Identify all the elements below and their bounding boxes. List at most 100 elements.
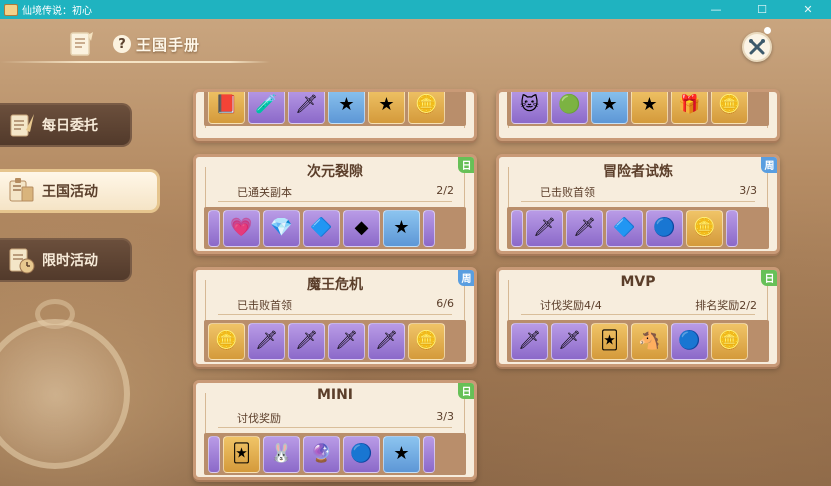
progress-value: 2/2 — [436, 184, 454, 197]
daily-badge: 日 — [761, 270, 777, 286]
reward-item-base-icon[interactable]: ★ — [591, 92, 628, 124]
close-handbook-button[interactable] — [742, 32, 772, 62]
reward-item-partial — [511, 209, 523, 247]
reward-item-orb-icon[interactable]: 🔵 — [646, 209, 683, 247]
card-title: 冒险者试炼 — [603, 164, 673, 180]
daily-badge: 日 — [458, 383, 474, 399]
event-card-dimension-rift[interactable]: 次元裂隙 日 已通关副本 2/2 💗 💎 🔷 ◆ ★ — [193, 154, 477, 254]
reward-strip: 🐱 🟢 ★ ★ 🎁 🪙 — [507, 92, 769, 126]
card-title: 魔王危机 — [307, 277, 363, 293]
minimize-button[interactable]: — — [693, 0, 739, 19]
window-titlebar: 仙境传说：初心 — ☐ ✕ — [0, 0, 831, 19]
reward-item-chest-icon[interactable]: 🎁 — [671, 92, 708, 124]
window-controls: — ☐ ✕ — [693, 0, 831, 19]
reward-item-sword-icon[interactable]: 🗡 — [551, 322, 588, 360]
reward-item-potion-icon[interactable]: 🧪 — [248, 92, 285, 124]
reward-item-rabbit-icon[interactable]: 🐰 — [263, 435, 300, 473]
reward-item-blue-gem-icon[interactable]: 💎 — [263, 209, 300, 247]
reward-item-star-icon[interactable]: ★ — [368, 92, 405, 124]
reward-item-partial — [423, 435, 435, 473]
reward-item-horse-icon[interactable]: 🐴 — [631, 322, 668, 360]
reward-item-base-icon[interactable]: ★ — [383, 209, 420, 247]
progress-label: 已击败首领 — [540, 186, 595, 199]
reward-item-partial — [726, 209, 738, 247]
hunt-reward-label: 讨伐奖励4/4 — [540, 299, 602, 312]
reward-item-sword-icon[interactable]: 🗡 — [248, 322, 285, 360]
weekly-badge: 周 — [761, 157, 777, 173]
game-screen: ? 王国手册 每日委托 王国活动 限时活动 📕 🧪 🗡 ★ ★ 🪙 🐱 🟢 ★ … — [0, 19, 831, 486]
reward-strip: 🗡 🗡 🃏 🐴 🔵 🪙 — [507, 320, 769, 362]
reward-strip: 🗡 🗡 🔷 🔵 🪙 — [507, 207, 769, 249]
progress-value: 3/3 — [436, 410, 454, 423]
header-divider — [0, 61, 270, 63]
reward-item-partial — [208, 209, 220, 247]
progress-value: 3/3 — [739, 184, 757, 197]
scroll-quill-icon — [10, 114, 34, 137]
reward-item-card-icon[interactable]: 🃏 — [223, 435, 260, 473]
reward-item-partial — [423, 209, 435, 247]
reward-item-coin-icon[interactable]: 🪙 — [686, 209, 723, 247]
handbook-icon — [70, 32, 93, 56]
reward-strip: 💗 💎 🔷 ◆ ★ — [204, 207, 466, 249]
rank-reward-label: 排名奖励2/2 — [695, 299, 757, 312]
app-icon — [4, 3, 18, 16]
tab-label-kingdom: 王国活动 — [42, 184, 98, 200]
tab-limited-events[interactable]: 限时活动 — [0, 238, 132, 282]
progress-label: 已通关副本 — [237, 186, 292, 199]
event-card-mini[interactable]: MINI 日 讨伐奖励 3/3 🃏 🐰 🔮 🔵 ★ — [193, 380, 477, 480]
reward-item-heart-gem-icon[interactable]: 💗 — [223, 209, 260, 247]
event-card-demon-king-crisis[interactable]: 魔王危机 周 已击败首领 6/6 🪙 🗡 🗡 🗡 🗡 🪙 — [193, 267, 477, 367]
reward-item-book-icon[interactable]: 📕 — [208, 92, 245, 124]
maximize-button[interactable]: ☐ — [739, 0, 785, 19]
reward-item-coin-icon[interactable]: 🪙 — [711, 322, 748, 360]
reward-item-ore-icon[interactable]: ◆ — [343, 209, 380, 247]
reward-item-crystal-icon[interactable]: 🔷 — [303, 209, 340, 247]
clock-list-icon — [9, 248, 35, 274]
reward-item-slime-icon[interactable]: 🟢 — [551, 92, 588, 124]
event-card-top-right[interactable]: 🐱 🟢 ★ ★ 🎁 🪙 — [496, 89, 780, 141]
reward-item-sword-icon[interactable]: 🗡 — [566, 209, 603, 247]
event-card-adventurer-trial[interactable]: 冒险者试炼 周 已击败首领 3/3 🗡 🗡 🔷 🔵 🪙 — [496, 154, 780, 254]
reward-item-crystal-icon[interactable]: 🔷 — [606, 209, 643, 247]
help-icon[interactable]: ? — [113, 35, 131, 53]
reward-item-sword-icon[interactable]: 🗡 — [511, 322, 548, 360]
tab-kingdom-events[interactable]: 王国活动 — [0, 169, 160, 213]
reward-item-sword-icon[interactable]: 🗡 — [288, 322, 325, 360]
reward-item-coin-icon[interactable]: 🪙 — [408, 322, 445, 360]
calendar-clipboard-icon — [9, 178, 34, 202]
pocket-watch-decoration — [0, 319, 130, 469]
reward-item-star-icon[interactable]: ★ — [631, 92, 668, 124]
reward-item-coin-icon[interactable]: 🪙 — [408, 92, 445, 124]
progress-label: 讨伐奖励 — [237, 412, 281, 425]
card-title: MVP — [620, 274, 656, 290]
daily-badge: 日 — [458, 157, 474, 173]
reward-item-coin-icon[interactable]: 🪙 — [208, 322, 245, 360]
reward-item-mvp-orb-icon[interactable]: 🔵 — [671, 322, 708, 360]
close-window-button[interactable]: ✕ — [785, 0, 831, 19]
reward-item-sword-icon[interactable]: 🗡 — [288, 92, 325, 124]
reward-item-partial — [208, 435, 220, 473]
reward-item-card-icon[interactable]: 🃏 — [591, 322, 628, 360]
reward-strip: 🪙 🗡 🗡 🗡 🗡 🪙 — [204, 320, 466, 362]
reward-item-orb-purple-icon[interactable]: 🔮 — [303, 435, 340, 473]
event-card-top-left[interactable]: 📕 🧪 🗡 ★ ★ 🪙 — [193, 89, 477, 141]
weekly-badge: 周 — [458, 270, 474, 286]
reward-item-sword-icon[interactable]: 🗡 — [526, 209, 563, 247]
tab-label-limited: 限时活动 — [42, 253, 98, 269]
tab-label-daily: 每日委托 — [42, 118, 98, 134]
reward-item-orb-icon[interactable]: 🔵 — [343, 435, 380, 473]
progress-value: 6/6 — [436, 297, 454, 310]
reward-item-base-icon[interactable]: ★ — [383, 435, 420, 473]
reward-item-sword-icon[interactable]: 🗡 — [328, 322, 365, 360]
window-title: 仙境传说：初心 — [22, 6, 92, 17]
close-button-dot — [764, 27, 771, 34]
page-title: 王国手册 — [136, 36, 201, 54]
reward-item-sword-icon[interactable]: 🗡 — [368, 322, 405, 360]
reward-item-coin-icon[interactable]: 🪙 — [711, 92, 748, 124]
reward-item-base-icon[interactable]: ★ — [328, 92, 365, 124]
tab-daily-commission[interactable]: 每日委托 — [0, 103, 132, 147]
crossed-tools-icon — [749, 39, 765, 55]
reward-item-cat-icon[interactable]: 🐱 — [511, 92, 548, 124]
event-card-mvp[interactable]: MVP 日 讨伐奖励4/4 排名奖励2/2 🗡 🗡 🃏 🐴 🔵 🪙 — [496, 267, 780, 367]
handbook-header: ? 王国手册 — [0, 19, 831, 79]
